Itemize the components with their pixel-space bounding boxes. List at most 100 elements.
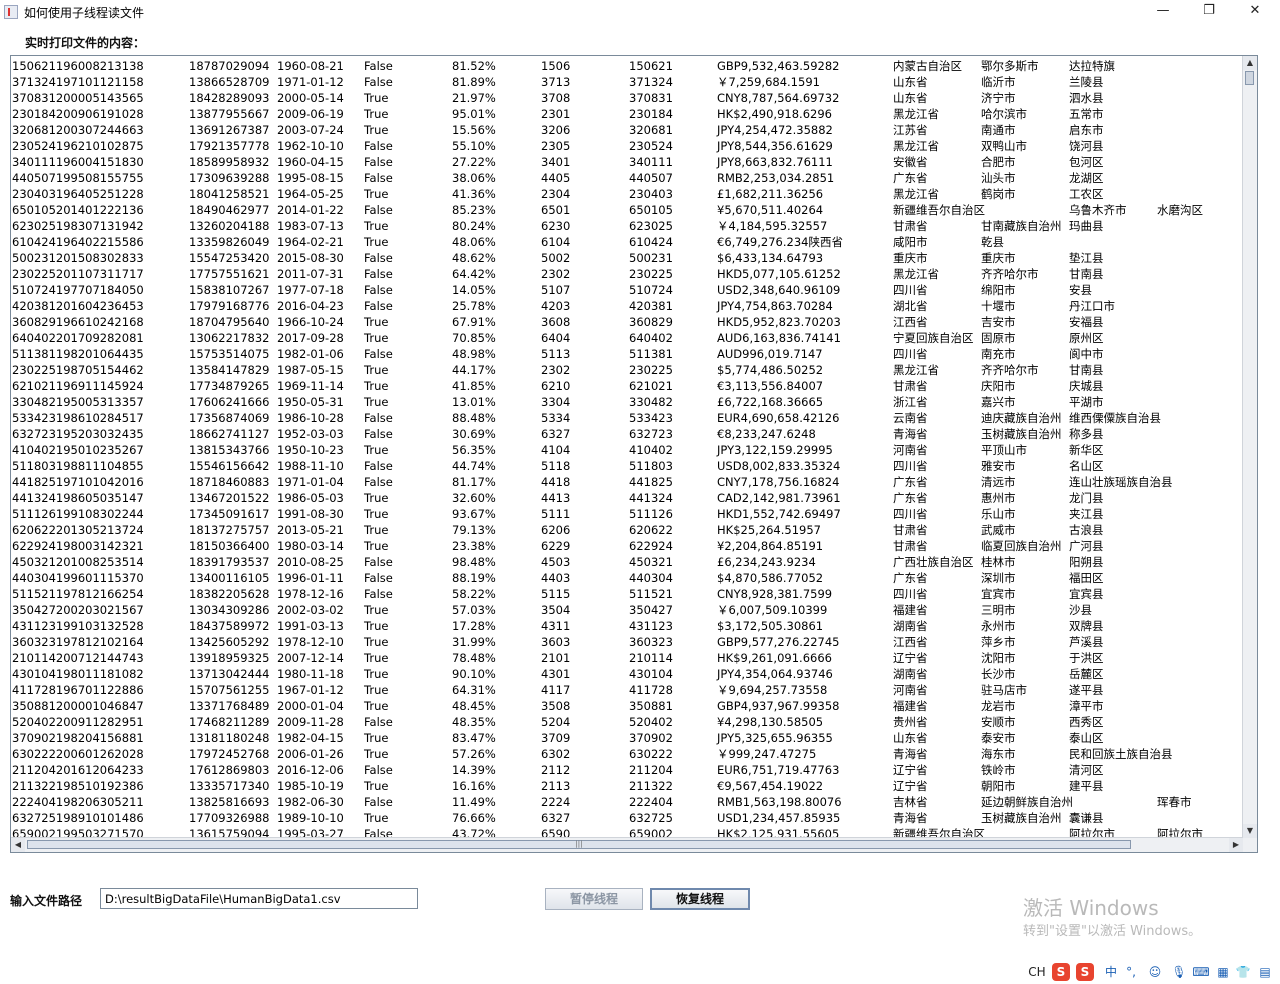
- toolbox-icon[interactable]: ▦: [1214, 963, 1232, 981]
- content-line-field: 211322198510192386: [12, 779, 144, 793]
- content-line-field: True: [364, 123, 389, 137]
- content-line-field: 440304: [629, 571, 673, 585]
- content-line-field: JPY3,122,159.29995: [717, 443, 833, 457]
- file-content-textarea[interactable]: 150621196008213138 18787029094 1960-08-21 F…: [10, 55, 1258, 853]
- content-line-field: 1977-07-18: [277, 283, 344, 297]
- content-line-field: 1980-03-14: [277, 539, 344, 553]
- ime-toolbar[interactable]: CH S S 中 °, ☺ 🎙 ⌨ ▦ 👕 ▤: [1022, 960, 1280, 984]
- content-line-field: 宜宾县: [1069, 587, 1104, 601]
- minimize-button[interactable]: —: [1140, 0, 1186, 24]
- content-line-field: 13713042444: [189, 667, 270, 681]
- content-line-field: 广西壮族自治区: [893, 555, 974, 569]
- content-line-field: 1506: [541, 59, 571, 73]
- vertical-scrollbar[interactable]: ▲ ▼: [1242, 56, 1257, 838]
- more-grid-icon[interactable]: ▤: [1256, 963, 1274, 981]
- content-line-field: 67.91%: [452, 315, 496, 329]
- resume-thread-button[interactable]: 恢复线程: [650, 888, 750, 910]
- content-line-field: True: [364, 491, 389, 505]
- pause-thread-button[interactable]: 暂停线程: [545, 888, 643, 910]
- content-line-field: GBP9,532,463.59282: [717, 59, 840, 73]
- ime-mode-indicator[interactable]: 中: [1102, 963, 1120, 981]
- close-button[interactable]: ✕: [1232, 0, 1278, 24]
- content-line-field: False: [364, 347, 393, 361]
- content-line-field: 2302: [541, 363, 571, 377]
- content-line-field: ￥7,259,684.1591: [717, 75, 820, 89]
- content-line-field: 江苏省: [893, 123, 928, 137]
- content-line-field: 达拉特旗: [1069, 59, 1115, 73]
- content-line-field: 嘉兴市: [981, 395, 1016, 409]
- content-line-field: 371324: [629, 75, 673, 89]
- content-line: 340111196004151830 18589958932 1960-04-15 F…: [12, 154, 1244, 170]
- content-line-field: False: [364, 139, 393, 153]
- content-line-field: 1989-10-10: [277, 811, 344, 825]
- content-line-field: 511381: [629, 347, 673, 361]
- content-line: 511521197812166254 18382205628 1978-12-16 F…: [12, 586, 1244, 602]
- content-line-field: False: [364, 251, 393, 265]
- horizontal-scroll-thumb[interactable]: |||: [27, 840, 1131, 849]
- content-line-field: 2006-01-26: [277, 747, 344, 761]
- content-line-field: 95.01%: [452, 107, 496, 121]
- content-line-field: 350881: [629, 699, 673, 713]
- content-line-field: 宁夏回族自治区: [893, 331, 974, 345]
- content-line-field: 1971-01-04: [277, 475, 344, 489]
- content-line-field: 56.35%: [452, 443, 496, 457]
- content-line-field: 安徽省: [893, 155, 928, 169]
- scroll-up-arrow-icon[interactable]: ▲: [1243, 56, 1257, 70]
- content-line-field: 511381198201064435: [12, 347, 144, 361]
- emoji-icon[interactable]: ☺: [1146, 963, 1164, 981]
- content-line-field: 6327: [541, 427, 571, 441]
- content-line: 360323197812102164 13425605292 1978-12-10 T…: [12, 634, 1244, 650]
- content-line-field: 500231: [629, 251, 673, 265]
- content-line-field: 23.38%: [452, 539, 496, 553]
- content-line-field: 411728196701122886: [12, 683, 144, 697]
- content-line-field: 萍乡市: [981, 635, 1016, 649]
- content-line-field: 48.35%: [452, 715, 496, 729]
- skin-shirt-icon[interactable]: 👕: [1234, 963, 1252, 981]
- scroll-down-arrow-icon[interactable]: ▼: [1243, 824, 1257, 838]
- content-line-field: 惠州市: [981, 491, 1016, 505]
- content-line-field: 511803198811104855: [12, 459, 144, 473]
- keyboard-icon[interactable]: ⌨: [1192, 963, 1210, 981]
- scroll-right-arrow-icon[interactable]: ▶: [1229, 838, 1243, 852]
- content-line-field: True: [364, 219, 389, 233]
- content-line-field: 甘肃省: [893, 219, 928, 233]
- scroll-left-arrow-icon[interactable]: ◀: [11, 838, 25, 852]
- content-line-field: 芦溪县: [1069, 635, 1104, 649]
- content-line-field: 211204201612064233: [12, 763, 144, 777]
- content-line-field: 乐山市: [981, 507, 1016, 521]
- content-line-field: 6206: [541, 523, 571, 537]
- content-line-field: False: [364, 299, 393, 313]
- content-line-field: 2011-07-31: [277, 267, 344, 281]
- content-line-field: 湖北省: [893, 299, 928, 313]
- content-line-field: 3304: [541, 395, 571, 409]
- content-line-field: 5118: [541, 459, 571, 473]
- sogou-logo-icon[interactable]: S: [1052, 963, 1070, 981]
- content-line-field: 1964-02-21: [277, 235, 344, 249]
- content-line-field: 622924: [629, 539, 673, 553]
- content-line-field: 山东省: [893, 731, 928, 745]
- microphone-icon[interactable]: 🎙: [1170, 963, 1188, 981]
- content-line-field: 450321201008253514: [12, 555, 144, 569]
- content-line: 150621196008213138 18787029094 1960-08-21 F…: [12, 58, 1244, 74]
- content-line-field: 48.98%: [452, 347, 496, 361]
- content-line-field: 38.06%: [452, 171, 496, 185]
- content-line-field: True: [364, 779, 389, 793]
- content-line-field: True: [364, 603, 389, 617]
- content-line-field: 于洪区: [1069, 651, 1104, 665]
- restore-button[interactable]: ❐: [1186, 0, 1232, 24]
- content-line-field: 440507199508155755: [12, 171, 144, 185]
- punctuation-icon[interactable]: °,: [1122, 963, 1140, 981]
- window-title-bar[interactable]: 如何使用子线程读文件 — ❐ ✕: [0, 0, 1280, 24]
- content-line-field: 广东省: [893, 171, 928, 185]
- ime-language-indicator[interactable]: CH: [1028, 963, 1046, 981]
- sogou-skin-icon[interactable]: S: [1076, 963, 1094, 981]
- vertical-scroll-thumb[interactable]: [1245, 71, 1254, 85]
- horizontal-scrollbar[interactable]: ◀ ||| ▶: [11, 837, 1243, 852]
- content-line-field: 31.99%: [452, 635, 496, 649]
- content-line-field: 1962-10-10: [277, 139, 344, 153]
- content-line-field: 17612869803: [189, 763, 270, 777]
- file-path-input[interactable]: D:\resultBigDataFile\HumanBigData1.csv: [100, 888, 418, 909]
- content-line-field: 17757551621: [189, 267, 270, 281]
- content-line-field: 江西省: [893, 635, 928, 649]
- content-line-field: 18150366400: [189, 539, 270, 553]
